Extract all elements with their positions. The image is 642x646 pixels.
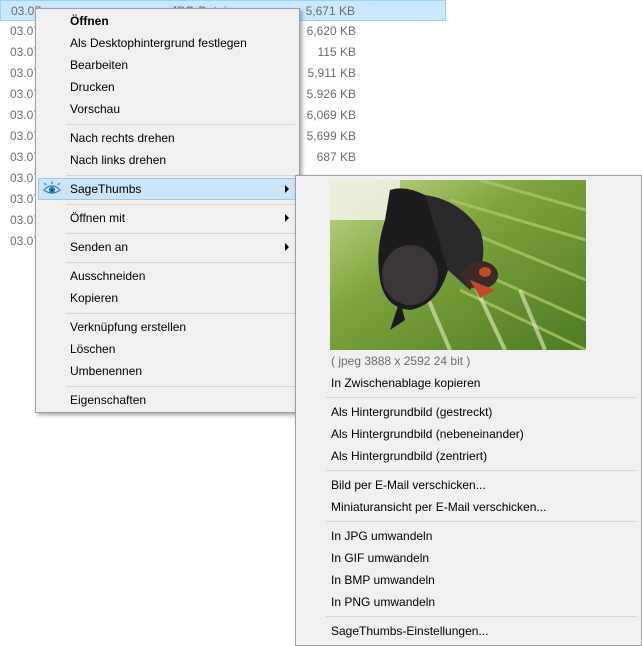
menu-item-create-shortcut[interactable]: Verknüpfung erstellen — [38, 316, 297, 338]
menu-separator — [66, 386, 295, 387]
submenu-item-settings[interactable]: SageThumbs-Einstellungen... — [298, 620, 639, 642]
chevron-right-icon — [285, 185, 289, 193]
menu-item-cut[interactable]: Ausschneiden — [38, 265, 297, 287]
menu-separator — [66, 124, 295, 125]
menu-item-label: In GIF umwandeln — [331, 551, 430, 565]
menu-item-label: Nach rechts drehen — [70, 131, 175, 145]
menu-separator — [326, 616, 637, 617]
menu-item-print[interactable]: Drucken — [38, 76, 297, 98]
menu-item-label: Drucken — [70, 80, 115, 94]
menu-item-label: SageThumbs-Einstellungen... — [331, 624, 489, 638]
menu-item-label: Kopieren — [70, 291, 119, 305]
menu-item-label: Miniaturansicht per E-Mail verschicken..… — [331, 500, 547, 514]
menu-item-delete[interactable]: Löschen — [38, 338, 297, 360]
chevron-right-icon — [285, 214, 289, 222]
menu-item-label: In BMP umwandeln — [331, 573, 435, 587]
menu-item-copy[interactable]: Kopieren — [38, 287, 297, 309]
menu-item-label: Vorschau — [70, 102, 121, 116]
menu-separator — [66, 313, 295, 314]
menu-item-rename[interactable]: Umbenennen — [38, 360, 297, 382]
menu-item-preview[interactable]: Vorschau — [38, 98, 297, 120]
menu-item-label: Eigenschaften — [70, 393, 147, 407]
menu-item-label: In PNG umwandeln — [331, 595, 436, 609]
menu-item-label: Bearbeiten — [70, 58, 129, 72]
menu-separator — [66, 204, 295, 205]
menu-item-send-to[interactable]: Senden an — [38, 236, 297, 258]
submenu-item-bg-tiled[interactable]: Als Hintergrundbild (nebeneinander) — [298, 423, 639, 445]
chevron-right-icon — [285, 243, 289, 251]
sagethumbs-submenu: ( jpeg 3888 x 2592 24 bit ) In Zwischena… — [295, 175, 642, 646]
menu-item-sagethumbs[interactable]: SageThumbs — [38, 178, 297, 200]
submenu-item-email-image[interactable]: Bild per E-Mail verschicken... — [298, 474, 639, 496]
menu-separator — [326, 470, 637, 471]
submenu-item-convert-png[interactable]: In PNG umwandeln — [298, 591, 639, 613]
menu-item-edit[interactable]: Bearbeiten — [38, 54, 297, 76]
menu-item-label: Als Hintergrundbild (gestreckt) — [331, 405, 493, 419]
image-thumbnail — [330, 180, 586, 350]
submenu-item-convert-gif[interactable]: In GIF umwandeln — [298, 547, 639, 569]
menu-item-label: SageThumbs — [70, 182, 142, 196]
menu-item-label: Als Desktophintergrund festlegen — [70, 36, 247, 50]
menu-item-properties[interactable]: Eigenschaften — [38, 389, 297, 411]
menu-separator — [66, 233, 295, 234]
menu-item-label: Verknüpfung erstellen — [70, 320, 187, 334]
menu-item-open[interactable]: Öffnen — [38, 10, 297, 32]
image-info: ( jpeg 3888 x 2592 24 bit ) — [331, 354, 471, 368]
submenu-item-copy-clipboard[interactable]: In Zwischenablage kopieren — [298, 372, 639, 394]
menu-item-label: Ausschneiden — [70, 269, 146, 283]
menu-item-rotate-left[interactable]: Nach links drehen — [38, 149, 297, 171]
menu-item-label: Löschen — [70, 342, 116, 356]
submenu-item-convert-bmp[interactable]: In BMP umwandeln — [298, 569, 639, 591]
menu-separator — [326, 397, 637, 398]
context-menu: Öffnen Als Desktophintergrund festlegen … — [35, 8, 300, 413]
submenu-item-convert-jpg[interactable]: In JPG umwandeln — [298, 525, 639, 547]
sagethumbs-eye-icon — [43, 181, 61, 197]
explorer-window: 03.07.2016 08:30 JPG-Datei 5,671 KB 03.0… — [0, 0, 642, 646]
submenu-item-bg-centered[interactable]: Als Hintergrundbild (zentriert) — [298, 445, 639, 467]
menu-item-label: In JPG umwandeln — [331, 529, 433, 543]
menu-item-label: Als Hintergrundbild (nebeneinander) — [331, 427, 524, 441]
menu-item-label: Umbenennen — [70, 364, 143, 378]
menu-item-rotate-right[interactable]: Nach rechts drehen — [38, 127, 297, 149]
menu-separator — [66, 262, 295, 263]
menu-item-label: Bild per E-Mail verschicken... — [331, 478, 486, 492]
menu-separator — [66, 175, 295, 176]
submenu-item-email-thumbnail[interactable]: Miniaturansicht per E-Mail verschicken..… — [298, 496, 639, 518]
menu-item-label: In Zwischenablage kopieren — [331, 376, 481, 390]
menu-item-label: Senden an — [70, 240, 129, 254]
menu-item-open-with[interactable]: Öffnen mit — [38, 207, 297, 229]
menu-item-label: Als Hintergrundbild (zentriert) — [331, 449, 488, 463]
submenu-item-bg-stretched[interactable]: Als Hintergrundbild (gestreckt) — [298, 401, 639, 423]
menu-item-label: Öffnen mit — [70, 211, 126, 225]
menu-item-label: Öffnen — [70, 14, 109, 28]
menu-separator — [326, 521, 637, 522]
menu-item-label: Nach links drehen — [70, 153, 167, 167]
menu-item-set-desktop-background[interactable]: Als Desktophintergrund festlegen — [38, 32, 297, 54]
